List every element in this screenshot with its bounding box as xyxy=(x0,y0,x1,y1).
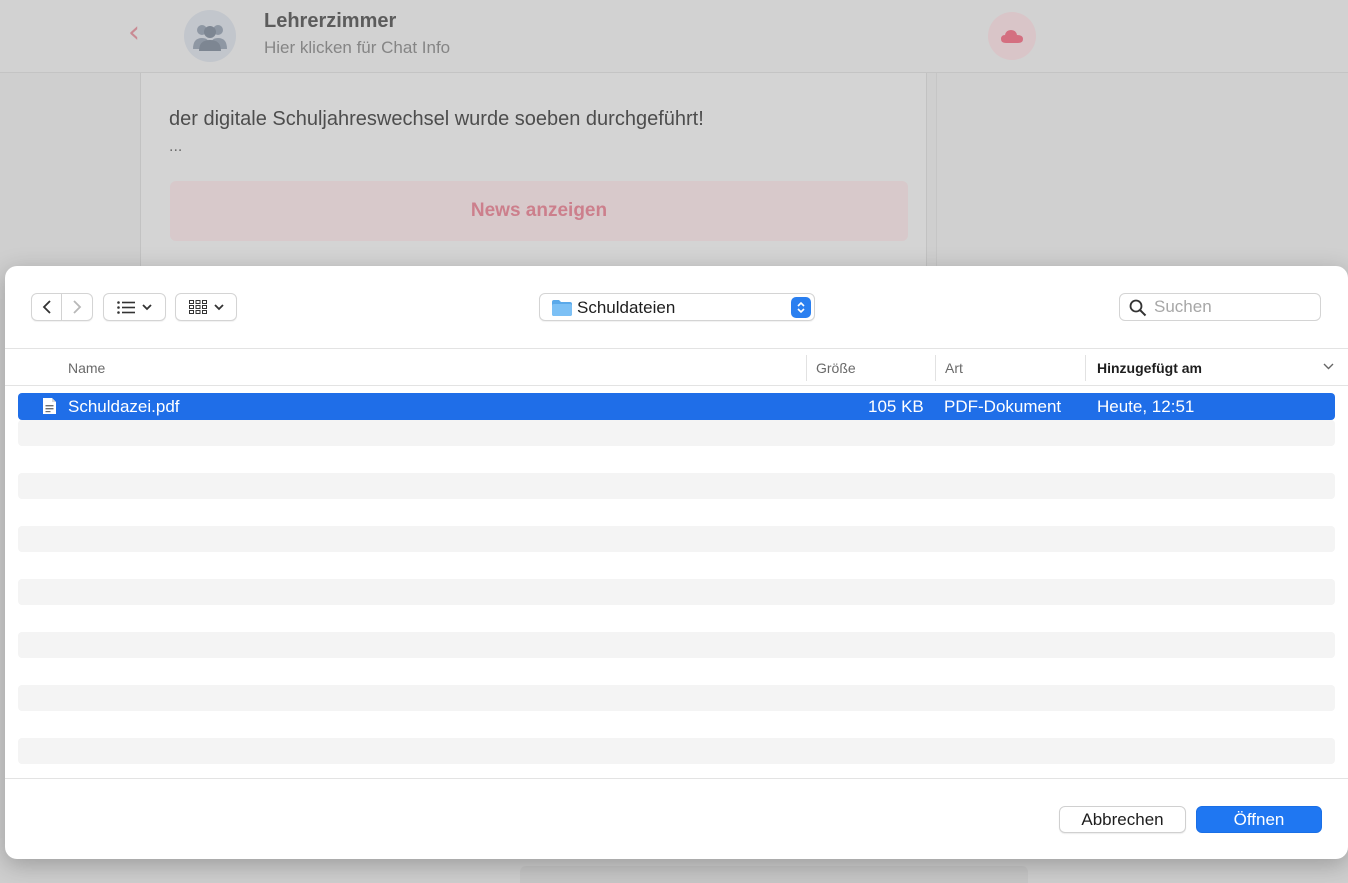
column-divider[interactable] xyxy=(1085,355,1086,381)
footer-divider xyxy=(5,778,1348,779)
empty-row xyxy=(18,499,1335,526)
chevron-down-icon xyxy=(213,303,224,310)
news-card xyxy=(140,73,927,273)
table-row[interactable]: Schuldazei.pdf 105 KB PDF-Dokument Heute… xyxy=(18,393,1335,420)
empty-row xyxy=(18,684,1335,711)
column-date-added[interactable]: Hinzugefügt am xyxy=(1097,360,1202,376)
file-name: Schuldazei.pdf xyxy=(68,397,180,416)
empty-row xyxy=(18,472,1335,499)
column-header: Name Größe Art Hinzugefügt am xyxy=(5,350,1348,386)
group-view-button[interactable] xyxy=(175,293,237,321)
news-show-button[interactable]: News anzeigen xyxy=(170,181,908,241)
location-popup[interactable]: Schuldateien xyxy=(539,293,815,321)
empty-row xyxy=(18,605,1335,632)
empty-row xyxy=(18,552,1335,579)
list-icon xyxy=(117,300,135,314)
column-divider[interactable] xyxy=(935,355,936,381)
empty-row xyxy=(18,446,1335,473)
empty-row xyxy=(18,419,1335,446)
file-open-dialog: Schuldateien Name Größe Art Hinzugefügt … xyxy=(5,266,1348,859)
empty-row xyxy=(18,631,1335,658)
sort-chevron-down-icon[interactable] xyxy=(1323,363,1334,370)
cancel-button[interactable]: Abbrechen xyxy=(1059,806,1186,833)
search-input[interactable] xyxy=(1154,296,1314,318)
search-field[interactable] xyxy=(1119,293,1321,321)
up-down-chevron-icon xyxy=(791,297,811,318)
empty-row xyxy=(18,711,1335,738)
chat-title[interactable]: Lehrerzimmer xyxy=(264,10,396,33)
location-label: Schuldateien xyxy=(577,298,676,317)
chat-subtitle[interactable]: Hier klicken für Chat Info xyxy=(264,38,450,58)
back-icon[interactable]: ‹ xyxy=(128,18,140,48)
chevron-right-icon xyxy=(73,300,82,314)
empty-row xyxy=(18,658,1335,685)
column-divider[interactable] xyxy=(806,355,807,381)
empty-row xyxy=(18,737,1335,764)
list-view-button[interactable] xyxy=(103,293,166,321)
empty-row xyxy=(18,525,1335,552)
column-kind[interactable]: Art xyxy=(945,360,963,376)
file-kind: PDF-Dokument xyxy=(944,397,1062,416)
folder-icon xyxy=(552,300,572,316)
column-name[interactable]: Name xyxy=(68,360,105,376)
chevron-left-icon xyxy=(42,300,51,314)
news-ellipsis: ... xyxy=(169,138,183,155)
search-icon xyxy=(1129,299,1147,317)
file-list: Schuldazei.pdf 105 KB PDF-Dokument Heute… xyxy=(18,393,1335,764)
cloud-icon[interactable] xyxy=(988,12,1036,60)
right-panel xyxy=(936,73,1348,273)
back-button[interactable] xyxy=(31,293,62,321)
navigation-buttons xyxy=(31,293,93,322)
group-avatar-icon xyxy=(184,10,236,62)
file-size: 105 KB xyxy=(868,397,924,416)
pdf-file-icon xyxy=(43,398,56,414)
chevron-down-icon xyxy=(142,303,152,310)
chat-header: ‹ Lehrerzimmer Hier klicken für Chat Inf… xyxy=(0,0,1348,73)
dialog-toolbar: Schuldateien xyxy=(5,266,1348,349)
open-button[interactable]: Öffnen xyxy=(1196,806,1322,833)
grid-icon xyxy=(188,300,207,314)
column-size[interactable]: Größe xyxy=(816,360,856,376)
bottom-bar xyxy=(520,866,1028,883)
empty-row xyxy=(18,578,1335,605)
news-message: der digitale Schuljahreswechsel wurde so… xyxy=(169,108,704,130)
file-date-added: Heute, 12:51 xyxy=(1097,397,1195,416)
forward-button[interactable] xyxy=(62,293,93,321)
